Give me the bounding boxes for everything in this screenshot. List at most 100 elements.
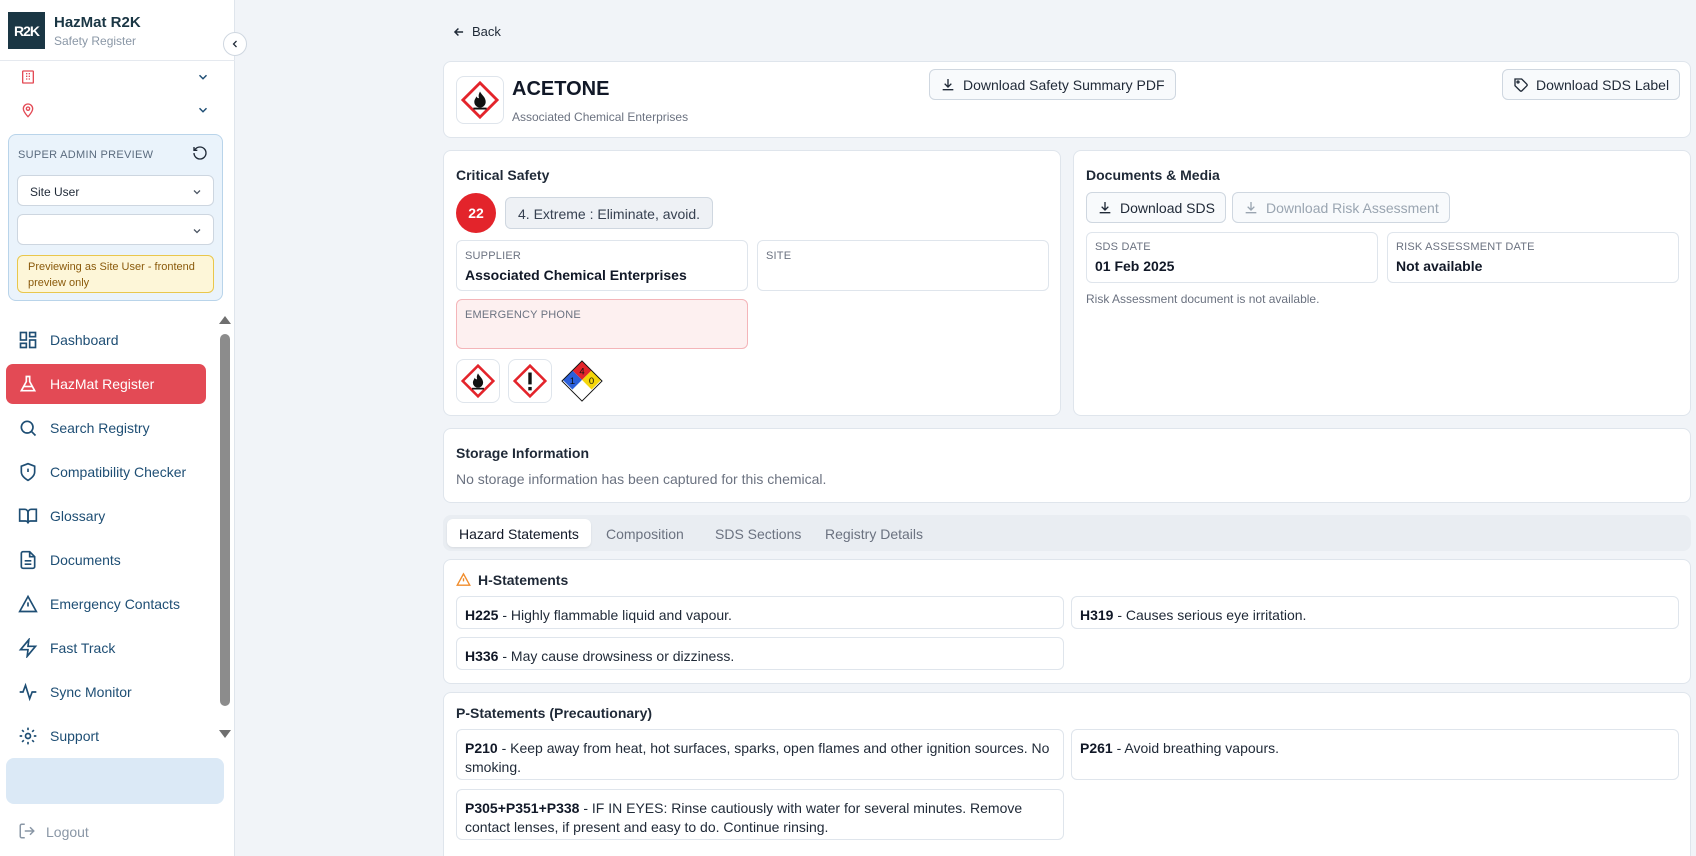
nfpa-flammability: 4 — [579, 366, 585, 377]
logout-label: Logout — [46, 824, 89, 840]
site-label: SITE — [766, 250, 792, 262]
chemical-name: ACETONE — [512, 78, 610, 100]
p-statement-item: P210 - Keep away from heat, hot surfaces… — [456, 729, 1064, 780]
sidebar-scrollbar[interactable] — [219, 316, 231, 740]
download-sds-label-button[interactable]: Download SDS Label — [1502, 69, 1681, 100]
emergency-phone-field: EMERGENCY PHONE — [456, 299, 748, 349]
download-safety-summary-button[interactable]: Download Safety Summary PDF — [929, 69, 1176, 100]
sidebar-item-dashboard[interactable]: Dashboard — [6, 320, 206, 360]
preview-label: SUPER ADMIN PREVIEW — [18, 149, 154, 161]
scroll-thumb[interactable] — [220, 334, 230, 706]
role-select-value: Site User — [30, 185, 80, 199]
storage-title: Storage Information — [456, 445, 590, 461]
tab-registry-details[interactable]: Registry Details — [813, 519, 935, 547]
sidebar-item-emergency-contacts[interactable]: Emergency Contacts — [6, 584, 206, 624]
download-icon — [1245, 201, 1257, 213]
back-label: Back — [472, 24, 501, 39]
sidebar-item-label: Fast Track — [50, 640, 116, 656]
sidebar-item-label: Documents — [50, 552, 121, 568]
brand-header: R2K HazMat R2K Safety Register — [0, 0, 235, 61]
book-open-icon — [18, 506, 38, 529]
h-statement-item: H319 - Causes serious eye irritation. — [1071, 596, 1679, 629]
p-statements-card: P-Statements (Precautionary) P210 - Keep… — [443, 692, 1691, 856]
site-field: SITE — [757, 240, 1049, 291]
p-statement-text: - Keep away from heat, hot surfaces, spa… — [465, 740, 1050, 775]
sidebar-item-label: Sync Monitor — [50, 684, 132, 700]
h-statement-item: H225 - Highly flammable liquid and vapou… — [456, 596, 1064, 629]
sidebar-item-label: Glossary — [50, 508, 106, 524]
sidebar-item-label: Search Registry — [50, 420, 150, 436]
sidebar-item-glossary[interactable]: Glossary — [6, 496, 206, 536]
back-link[interactable]: Back — [452, 24, 501, 39]
sds-date-field: SDS DATE 01 Feb 2025 — [1086, 232, 1378, 283]
p-statements-title: P-Statements (Precautionary) — [456, 705, 653, 721]
manufacturer-name: Associated Chemical Enterprises — [512, 110, 689, 124]
scroll-up-arrow[interactable] — [219, 316, 231, 324]
download-icon — [1099, 201, 1111, 213]
sidebar-item-support[interactable]: Support — [6, 716, 206, 756]
p-statement-code: P210 — [465, 740, 498, 756]
sidebar-item-label: Emergency Contacts — [50, 596, 180, 612]
h-statement-text: - Highly flammable liquid and vapour. — [498, 607, 732, 623]
documents-media-card: Documents & Media Download SDS Download … — [1073, 150, 1691, 416]
document-icon — [18, 550, 38, 573]
collapse-sidebar-button[interactable] — [223, 32, 247, 56]
flask-icon — [18, 374, 38, 397]
building-selector[interactable] — [0, 62, 235, 92]
site-select[interactable] — [17, 214, 214, 245]
p-statement-text: - Avoid breathing vapours. — [1112, 740, 1279, 756]
h-statement-text: - May cause drowsiness or dizziness. — [498, 648, 735, 664]
gear-icon — [18, 726, 38, 749]
sidebar-item-fast-track[interactable]: Fast Track — [6, 628, 206, 668]
location-selector[interactable] — [0, 95, 235, 125]
lightning-icon — [18, 636, 38, 661]
risk-date-label: RISK ASSESSMENT DATE — [1396, 241, 1535, 253]
preview-notice: Previewing as Site User - frontend previ… — [17, 255, 214, 293]
nfpa-diamond-icon: 4 1 0 — [560, 359, 604, 403]
chevron-down-icon — [191, 186, 203, 201]
download-risk-label: Download Risk Assessment — [1266, 199, 1439, 216]
p-statement-item: P261 - Avoid breathing vapours. — [1071, 729, 1679, 780]
tab-sds-sections[interactable]: SDS Sections — [703, 519, 813, 547]
r2k-logo: R2K — [8, 12, 45, 49]
scroll-down-arrow[interactable] — [219, 730, 231, 738]
dashboard-icon — [18, 330, 38, 353]
sidebar-item-documents[interactable]: Documents — [6, 540, 206, 580]
search-icon — [18, 418, 38, 441]
h-statement-item: H336 - May cause drowsiness or dizziness… — [456, 637, 1064, 670]
sidebar-item-label: HazMat Register — [50, 376, 155, 392]
emergency-phone-label: EMERGENCY PHONE — [465, 309, 581, 321]
flame-pictogram-icon — [456, 359, 500, 403]
exclamation-pictogram-icon — [508, 359, 552, 403]
role-select[interactable]: Site User — [17, 175, 214, 206]
tab-composition[interactable]: Composition — [594, 519, 696, 547]
reset-icon[interactable] — [192, 145, 208, 166]
risk-date-value: Not available — [1396, 258, 1483, 274]
sidebar-item-search-registry[interactable]: Search Registry — [6, 408, 206, 448]
risk-score-badge: 22 — [456, 193, 496, 233]
p-statement-code: P261 — [1080, 740, 1113, 756]
risk-level-badge: 4. Extreme : Eliminate, avoid. — [505, 197, 714, 229]
detail-tabs: Hazard Statements Composition SDS Sectio… — [443, 515, 1691, 551]
logout-icon — [18, 822, 36, 843]
tab-hazard-statements[interactable]: Hazard Statements — [447, 519, 591, 547]
download-sds-label: Download SDS — [1120, 199, 1215, 216]
download-risk-assessment-button[interactable]: Download Risk Assessment — [1232, 192, 1450, 223]
supplier-label: SUPPLIER — [465, 250, 522, 262]
warning-triangle-icon — [456, 572, 471, 586]
p-statement-code: P305+P351+P338 — [465, 800, 580, 816]
risk-assessment-note: Risk Assessment document is not availabl… — [1086, 292, 1320, 306]
supplier-field: SUPPLIER Associated Chemical Enterprises — [456, 240, 748, 291]
h-statement-code: H319 — [1080, 607, 1114, 623]
sidebar-item-sync-monitor[interactable]: Sync Monitor — [6, 672, 206, 712]
sidebar-item-hazmat-register[interactable]: HazMat Register — [6, 364, 206, 404]
storage-text: No storage information has been captured… — [456, 471, 827, 487]
sidebar-item-compatibility-checker[interactable]: Compatibility Checker — [6, 452, 206, 492]
h-statement-code: H225 — [465, 607, 499, 623]
documents-media-title: Documents & Media — [1086, 167, 1220, 183]
download-sds-button[interactable]: Download SDS — [1086, 192, 1226, 223]
warning-triangle-icon — [18, 594, 38, 617]
download-icon — [942, 78, 954, 90]
h-statement-code: H336 — [465, 648, 499, 664]
sds-date-label: SDS DATE — [1095, 241, 1151, 253]
